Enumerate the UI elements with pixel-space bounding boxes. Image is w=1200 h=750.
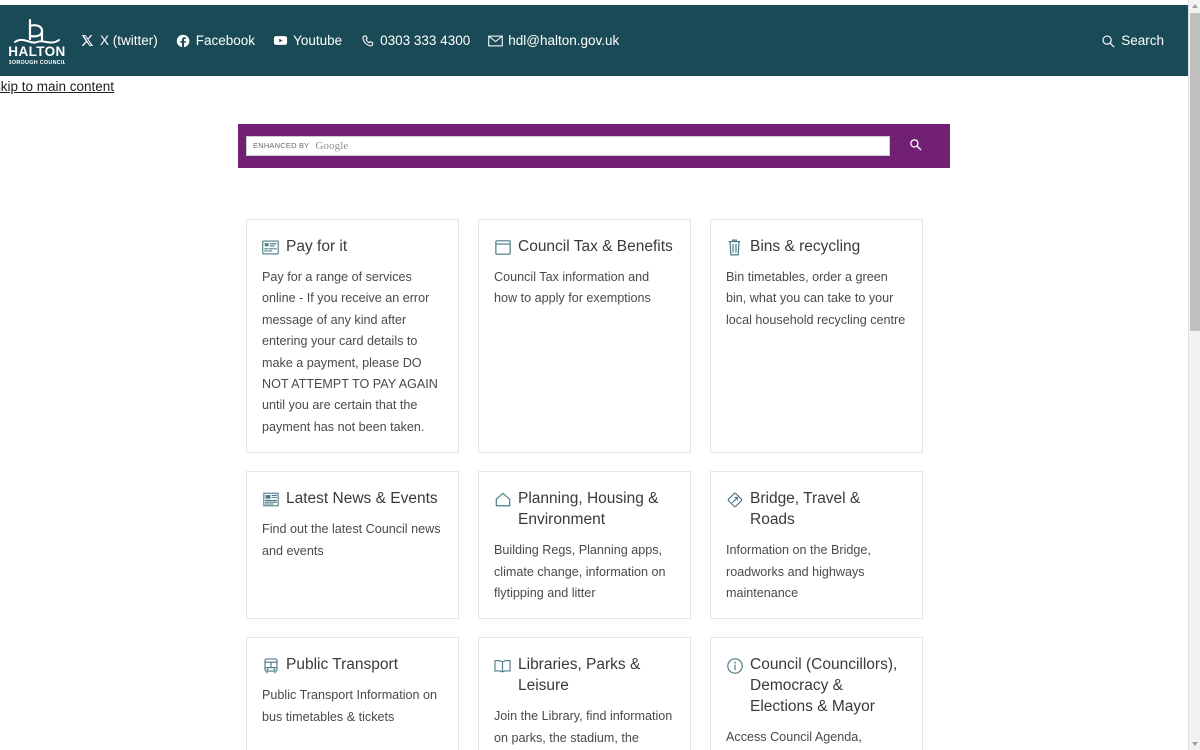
card-title: Public Transport	[286, 656, 398, 674]
enhanced-by-label: ENHANCED BY	[253, 141, 310, 151]
card-description: Access Council Agenda, information about…	[726, 730, 862, 745]
header-link-x-twitter-label: X (twitter)	[100, 32, 158, 48]
x-twitter-icon	[80, 33, 95, 48]
card-description: Public Transport Information on bus time…	[262, 688, 438, 724]
trash-bin-icon	[726, 238, 743, 257]
service-card-council-tax-benefits[interactable]: Council Tax & Benefits Council Tax infor…	[478, 219, 691, 454]
window-icon	[494, 238, 511, 257]
svg-text:BOROUGH COUNCIL: BOROUGH COUNCIL	[9, 60, 65, 66]
house-icon	[494, 490, 511, 509]
card-title: Planning, Housing & Environment	[518, 490, 659, 529]
card-title: Council (Councillors), Democracy & Elect…	[750, 656, 898, 716]
card-header: Bins & recycling	[726, 236, 907, 257]
card-description: Building Regs, Planning apps, climate ch…	[494, 543, 666, 601]
header-link-phone-label: 0303 333 4300	[380, 32, 471, 48]
page-root: HALTON BOROUGH COUNCIL X (twitter) Faceb…	[0, 0, 1200, 750]
info-circle-icon	[726, 656, 743, 675]
google-search-section: ENHANCED BY Google	[0, 98, 1188, 168]
search-submit-button[interactable]	[890, 124, 940, 168]
skip-to-main-content-link[interactable]: skip to main content	[0, 80, 114, 94]
header-link-x-twitter[interactable]: X (twitter)	[80, 33, 158, 48]
card-header: Public Transport	[262, 654, 443, 675]
card-description: Pay for a range of services online - If …	[262, 270, 438, 434]
header-link-phone[interactable]: 0303 333 4300	[360, 33, 470, 48]
google-brand-label: Google	[315, 139, 349, 152]
site-header: HALTON BOROUGH COUNCIL X (twitter) Faceb…	[0, 5, 1188, 76]
service-card-bins-recycling[interactable]: Bins & recycling Bin timetables, order a…	[710, 219, 923, 454]
payment-card-icon	[262, 238, 279, 257]
card-title: Latest News & Events	[286, 490, 438, 508]
service-card-latest-news-events[interactable]: Latest News & Events Find out the latest…	[246, 471, 459, 620]
service-card-planning-housing-environment[interactable]: Planning, Housing & Environment Building…	[478, 471, 691, 620]
header-link-email[interactable]: hdl@halton.gov.uk	[488, 33, 619, 48]
card-header: Latest News & Events	[262, 488, 443, 509]
browser-viewport: HALTON BOROUGH COUNCIL X (twitter) Faceb…	[0, 0, 1188, 750]
card-description: Information on the Bridge, roadworks and…	[726, 543, 871, 601]
scrollbar-up-arrow-icon[interactable]	[1189, 0, 1200, 12]
service-card-pay-for-it[interactable]: Pay for it Pay for a range of services o…	[246, 219, 459, 454]
search-icon	[909, 138, 922, 154]
phone-icon	[360, 33, 375, 48]
card-title: Council Tax & Benefits	[518, 238, 673, 255]
header-link-youtube-label: Youtube	[293, 32, 343, 48]
card-description: Find out the latest Council news and eve…	[262, 522, 441, 558]
card-description: Join the Library, find information on pa…	[494, 709, 673, 745]
service-card-bridge-travel-roads[interactable]: Bridge, Travel & Roads Information on th…	[710, 471, 923, 620]
google-search-bar: ENHANCED BY Google	[238, 124, 950, 168]
card-header: Bridge, Travel & Roads	[726, 488, 907, 530]
card-header: Council (Councillors), Democracy & Elect…	[726, 654, 907, 717]
header-link-facebook-label: Facebook	[195, 32, 256, 48]
service-card-grid: Pay for it Pay for a range of services o…	[246, 219, 942, 750]
search-icon	[1100, 33, 1115, 48]
card-title: Bins & recycling	[750, 238, 861, 255]
halton-borough-council-logo[interactable]: HALTON BOROUGH COUNCIL	[8, 13, 66, 69]
header-link-facebook[interactable]: Facebook	[176, 33, 255, 48]
newspaper-icon	[262, 490, 279, 509]
page-scrollbar[interactable]	[1188, 0, 1200, 750]
envelope-icon	[488, 33, 504, 48]
service-card-public-transport[interactable]: Public Transport Public Transport Inform…	[246, 637, 459, 750]
scrollbar-thumb[interactable]	[1190, 13, 1200, 331]
card-title: Pay for it	[286, 238, 348, 255]
service-card-council-democracy-elections-mayor[interactable]: Council (Councillors), Democracy & Elect…	[710, 637, 923, 750]
bridge-diamond-icon	[726, 490, 743, 509]
header-search-button[interactable]: Search	[1100, 33, 1172, 48]
card-header: Council Tax & Benefits	[494, 236, 675, 257]
skip-link-row: skip to main content	[0, 76, 1188, 98]
header-link-youtube[interactable]: Youtube	[273, 33, 342, 48]
search-input[interactable]: ENHANCED BY Google	[246, 136, 890, 156]
card-header: Planning, Housing & Environment	[494, 488, 675, 530]
header-contact-nav: X (twitter) Facebook Youtube 0303 333 43…	[80, 33, 1100, 48]
card-header: Libraries, Parks & Leisure	[494, 654, 675, 696]
open-book-icon	[494, 656, 511, 675]
youtube-icon	[273, 33, 288, 48]
svg-text:HALTON: HALTON	[9, 44, 65, 59]
service-card-libraries-parks-leisure[interactable]: Libraries, Parks & Leisure Join the Libr…	[478, 637, 691, 750]
scrollbar-down-arrow-icon[interactable]	[1189, 738, 1200, 750]
card-title: Libraries, Parks & Leisure	[518, 656, 641, 695]
header-link-email-label: hdl@halton.gov.uk	[508, 32, 620, 48]
card-header: Pay for it	[262, 236, 443, 257]
card-title: Bridge, Travel & Roads	[750, 490, 861, 529]
card-description: Bin timetables, order a green bin, what …	[726, 270, 906, 327]
facebook-icon	[176, 33, 191, 48]
card-description: Council Tax information and how to apply…	[494, 270, 651, 306]
bus-icon	[262, 656, 279, 675]
header-search-label: Search	[1121, 33, 1164, 48]
